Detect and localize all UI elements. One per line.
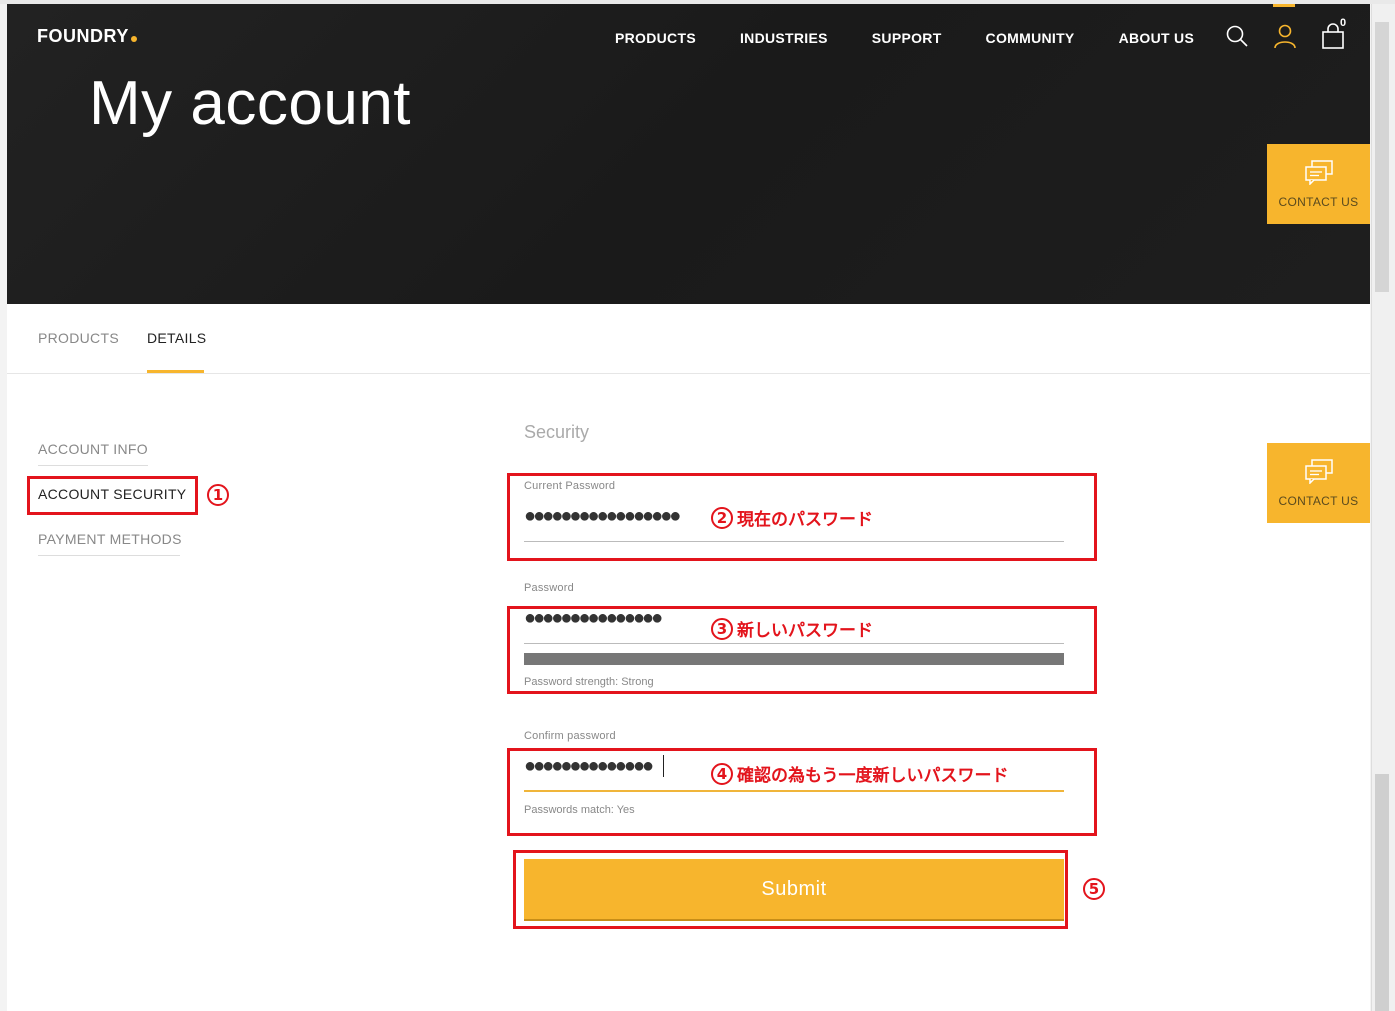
annotation-text: 確認の為もう一度新しいパスワード	[737, 766, 1009, 786]
password-label: Password	[524, 582, 574, 594]
logo-dot	[130, 36, 137, 42]
annotation-1: 1	[207, 484, 233, 506]
annotation-2: 2 現在のパスワード	[711, 505, 873, 530]
tab-details[interactable]: DETAILS	[147, 330, 206, 346]
security-section-title: Security	[524, 422, 590, 442]
page-viewport: FOUNDRY PRODUCTS INDUSTRIES SUPPORT COMM…	[7, 4, 1370, 1011]
annotation-box-5	[513, 850, 1068, 929]
page-title: My account	[89, 69, 412, 138]
annotation-5: 5	[1083, 878, 1109, 900]
hero-banner: FOUNDRY PRODUCTS INDUSTRIES SUPPORT COMM…	[7, 4, 1370, 304]
sidebar-item-account-info[interactable]: ACCOUNT INFO	[38, 441, 148, 466]
brand-logo[interactable]: FOUNDRY	[37, 26, 137, 47]
cart-count-badge: 0	[1340, 17, 1347, 29]
search-icon[interactable]	[1223, 22, 1251, 50]
user-icon[interactable]	[1271, 22, 1299, 50]
nav-item-industries[interactable]: INDUSTRIES	[740, 30, 828, 46]
sidebar-item-underline	[38, 465, 148, 466]
main-nav: PRODUCTS INDUSTRIES SUPPORT COMMUNITY AB…	[615, 30, 1194, 46]
sidebar-item-payment-methods[interactable]: PAYMENT METHODS	[38, 531, 182, 556]
page-scrollbar[interactable]	[1371, 4, 1395, 1011]
nav-icons	[1223, 22, 1347, 50]
sidebar-item-label: ACCOUNT INFO	[38, 441, 148, 457]
contact-us-label: CONTACT US	[1278, 494, 1359, 508]
annotation-number: 5	[1083, 878, 1105, 900]
contact-us-label: CONTACT US	[1278, 195, 1359, 209]
annotation-text: 新しいパスワード	[737, 621, 873, 641]
user-active-indicator	[1273, 4, 1295, 7]
annotation-number: 3	[711, 617, 733, 640]
tab-active-underline	[147, 370, 204, 373]
nav-item-support[interactable]: SUPPORT	[872, 30, 942, 46]
nav-item-community[interactable]: COMMUNITY	[986, 30, 1075, 46]
annotation-text: 現在のパスワード	[737, 510, 873, 530]
annotation-number: 2	[711, 506, 733, 529]
sidebar-item-underline	[38, 555, 180, 556]
nav-item-about-us[interactable]: ABOUT US	[1119, 30, 1195, 46]
confirm-password-label: Confirm password	[524, 730, 616, 742]
nav-item-products[interactable]: PRODUCTS	[615, 30, 696, 46]
brand-name: FOUNDRY	[37, 26, 129, 46]
annotation-number: 1	[207, 484, 229, 506]
account-tabs: PRODUCTS DETAILS	[7, 304, 1370, 374]
scrollbar-track-upper	[1375, 22, 1389, 292]
chat-icon	[1304, 160, 1333, 185]
contact-us-button-side[interactable]: CONTACT US	[1267, 443, 1370, 523]
annotation-number: 4	[711, 762, 733, 785]
tab-products[interactable]: PRODUCTS	[38, 330, 119, 346]
annotation-4: 4 確認の為もう一度新しいパスワード	[711, 761, 1009, 786]
contact-us-button-top[interactable]: CONTACT US	[1267, 144, 1370, 224]
chat-icon	[1304, 459, 1333, 484]
sidebar-item-label: PAYMENT METHODS	[38, 531, 182, 547]
scrollbar-thumb[interactable]	[1375, 774, 1389, 1011]
annotation-box-1	[27, 476, 198, 515]
annotation-3: 3 新しいパスワード	[711, 616, 873, 641]
